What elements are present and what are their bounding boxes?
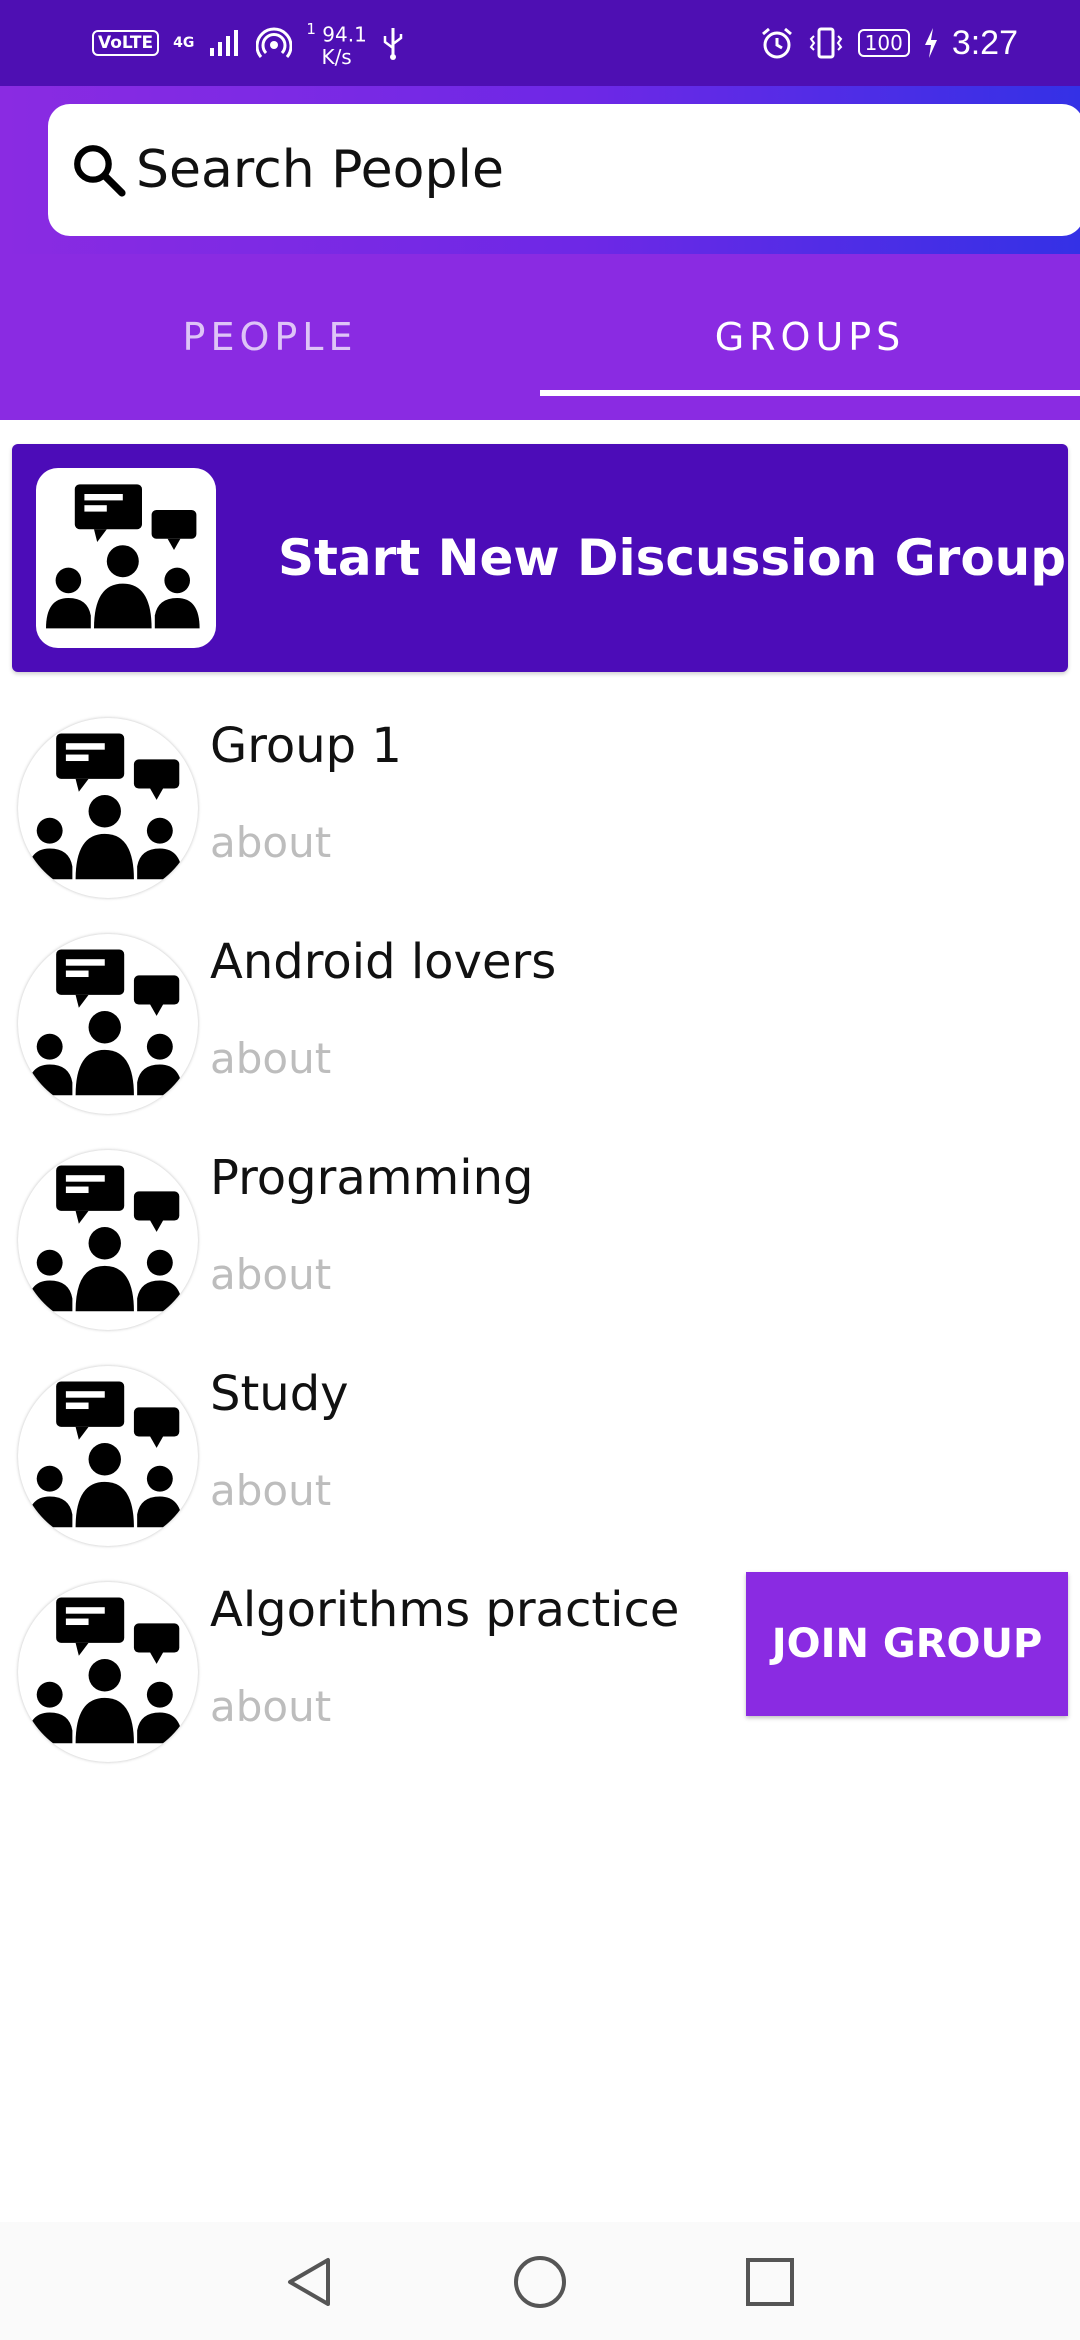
group-about: about [210,1682,332,1731]
group-list: Group 1 about Android lovers about Progr… [0,700,1080,1780]
join-group-button[interactable]: JOIN GROUP [746,1572,1068,1716]
speed-prefix: 1 [306,20,316,39]
status-left: VoLTE 4G 1 94.1 K/s [92,18,405,68]
group-about: about [210,1250,332,1299]
group-avatar-icon [18,934,198,1114]
group-about: about [210,818,332,867]
list-item[interactable]: Study about [0,1348,1080,1564]
hotspot-icon [256,27,293,58]
list-item[interactable]: Programming about [0,1132,1080,1348]
start-new-group-button[interactable]: Start New Discussion Group [12,444,1068,672]
group-name: Study [210,1366,349,1422]
speed-value: 94.1 [322,22,367,47]
tab-groups[interactable]: GROUPS [540,254,1080,420]
group-name: Algorithms practice [210,1582,680,1638]
app-bar: Search People [0,86,1080,254]
alarm-icon [761,27,792,59]
list-item[interactable]: Group 1 about [0,700,1080,916]
search-placeholder: Search People [136,140,504,200]
clock: 3:27 [951,23,1018,62]
group-avatar-icon [18,1150,198,1330]
navigation-bar [0,2222,1080,2340]
volte-indicator: VoLTE [92,30,160,56]
group-about: about [210,1034,332,1083]
recents-icon[interactable] [740,2252,800,2312]
charging-icon [924,28,937,58]
group-name: Android lovers [210,934,557,990]
discussion-group-icon [36,468,216,648]
group-name: Group 1 [210,718,402,774]
tab-people[interactable]: PEOPLE [0,254,540,420]
group-about: about [210,1466,332,1515]
list-item[interactable]: Android lovers about [0,916,1080,1132]
group-name: Programming [210,1150,534,1206]
network-speed: 1 94.1 K/s [306,18,366,68]
status-right: 100 3:27 [760,18,1018,68]
start-new-group-label: Start New Discussion Group [278,529,1067,587]
status-bar: VoLTE 4G 1 94.1 K/s 100 3:27 [0,0,1080,86]
network-type: 4G [173,34,195,51]
group-avatar-icon [18,718,198,898]
usb-icon [383,28,403,60]
group-avatar-icon [18,1582,198,1762]
back-icon[interactable] [280,2252,340,2312]
speed-unit: K/s [321,44,352,69]
group-avatar-icon [18,1366,198,1546]
signal-icon [210,30,239,56]
search-input[interactable]: Search People [48,104,1080,236]
search-icon [74,145,126,197]
home-icon[interactable] [510,2252,570,2312]
tab-bar: PEOPLE GROUPS [0,254,1080,420]
battery-indicator: 100 [857,29,910,57]
vibrate-icon [809,27,842,59]
